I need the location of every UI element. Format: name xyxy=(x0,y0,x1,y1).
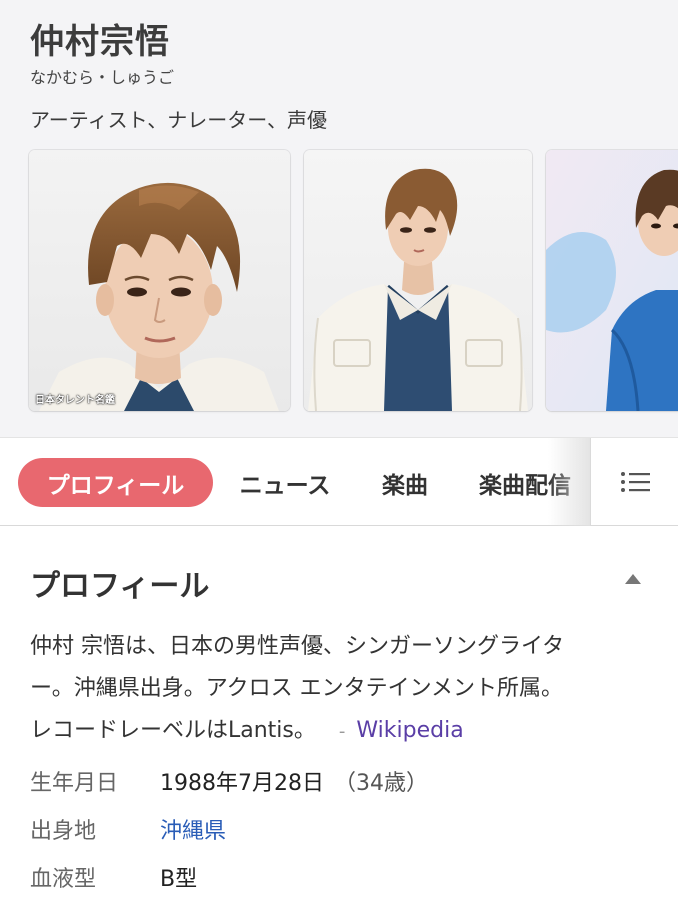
tab-profile[interactable]: プロフィール xyxy=(18,458,213,507)
photo-credit: 日本タレント名鑑 xyxy=(35,395,115,406)
birthplace-link[interactable]: 沖縄県 xyxy=(160,813,226,845)
birthdate-label: 生年月日 xyxy=(30,771,119,796)
description-line-3-text: レコードレーベルはLantis。 xyxy=(30,718,316,743)
blood-type-label: 血液型 xyxy=(30,867,97,892)
tab-songs[interactable]: 楽曲 xyxy=(372,458,438,507)
more-tabs-button[interactable] xyxy=(590,438,678,526)
age-value: （34歳） xyxy=(333,771,428,796)
portrait-image-3 xyxy=(546,150,678,411)
person-name: 仲村宗悟 xyxy=(30,22,170,62)
portrait-image-1 xyxy=(29,150,290,411)
tab-bar: プロフィール ニュース 楽曲 楽曲配信 xyxy=(0,437,678,526)
profile-description: 仲村 宗悟は、日本の男性声優、シンガーソングライタ ー。沖縄県出身。アクロス エ… xyxy=(30,626,655,753)
birthdate-value: 1988年7月28日 xyxy=(160,771,324,796)
blood-type-value: B型 xyxy=(160,867,198,892)
photo-portrait-2[interactable] xyxy=(304,150,532,411)
tab-news[interactable]: ニュース xyxy=(230,458,340,507)
photo-portrait-3[interactable] xyxy=(546,150,678,411)
source-separator: - xyxy=(338,721,346,742)
fact-blood-type: 血液型 B型 xyxy=(30,862,197,892)
profile-heading: プロフィール xyxy=(30,569,210,604)
fact-birthplace: 出身地 沖縄県 xyxy=(30,814,226,844)
occupation: アーティスト、ナレーター、声優 xyxy=(30,108,327,132)
description-line-2: ー。沖縄県出身。アクロス エンタテインメント所属。 xyxy=(30,676,564,701)
description-line-3: レコードレーベルはLantis。 - Wikipedia xyxy=(30,710,655,753)
description-line-1: 仲村 宗悟は、日本の男性声優、シンガーソングライタ xyxy=(30,634,565,659)
list-menu-icon xyxy=(620,472,650,492)
knowledge-panel-header: 仲村宗悟 なかむら・しゅうご アーティスト、ナレーター、声優 日本タレント名鑑 xyxy=(0,0,678,437)
birthplace-label: 出身地 xyxy=(30,819,97,844)
name-reading: なかむら・しゅうご xyxy=(30,68,175,87)
photo-portrait-1[interactable]: 日本タレント名鑑 xyxy=(29,150,290,411)
fact-birthdate: 生年月日 1988年7月28日 （34歳） xyxy=(30,766,428,796)
portrait-image-2 xyxy=(304,150,532,411)
triangle-up-icon[interactable] xyxy=(624,573,642,585)
tab-scroll-fade xyxy=(548,438,590,526)
wikipedia-link[interactable]: Wikipedia xyxy=(356,718,463,743)
